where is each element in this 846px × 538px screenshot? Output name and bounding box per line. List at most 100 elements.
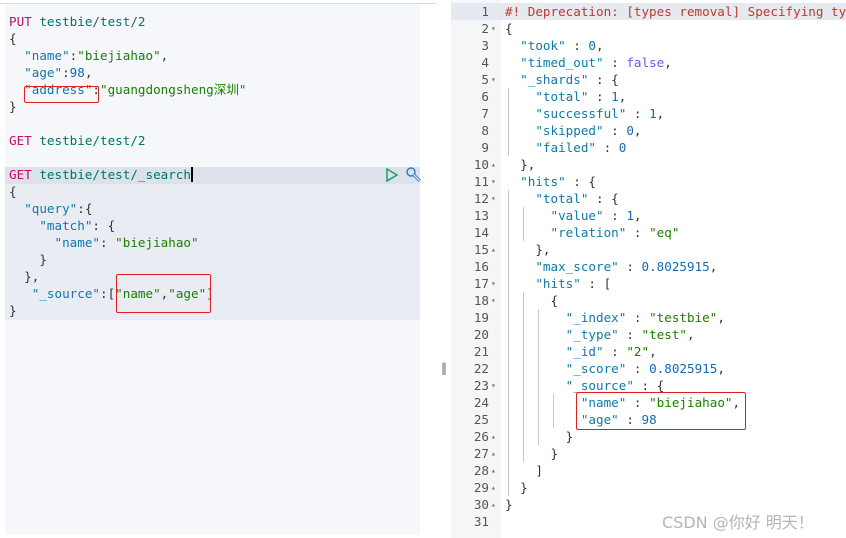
code-token: "biejiahao" [77,48,161,63]
code-token: : [626,106,650,121]
code-token: "total" [505,89,589,104]
code-token: testbie/test/_search [31,167,191,182]
code-token: : { [588,191,619,206]
text-cursor [190,167,193,182]
fold-toggle-icon[interactable]: ▴ [491,156,496,173]
fold-toggle-icon[interactable]: ▴ [491,445,496,462]
code-token: } [505,497,513,512]
watermark: CSDN @你好 明天！ [662,513,814,532]
fold-markers: ▾ ▾ ▴ ▾ ▾ ▴ ▾ ▾ ▾ ▴ ▴ ▴ ▴ ▴ [491,3,496,530]
code-line: }, [505,156,846,173]
line-number: 17 [473,276,489,291]
line-number: 8 [481,123,489,138]
line-number: 1 [481,4,489,19]
line-number: 12 [473,191,489,206]
fold-toggle-icon[interactable]: ▴ [491,428,496,445]
code-token: "took" [505,38,566,53]
fold-toggle-icon[interactable]: ▴ [491,462,496,479]
code-line: #! Deprecation: [types removal] Specifyi… [505,3,846,20]
code-token: "test" [641,327,687,342]
code-token: "name" [9,48,70,63]
code-token: : [618,327,642,342]
code-line: "name":"biejiahao", [9,47,247,64]
code-line: { [505,292,846,309]
code-token: "relation" [505,225,627,240]
code-token: { [505,293,559,308]
code-token: "_source" [505,378,634,393]
code-token: , [717,361,725,376]
code-token: "_index" [505,310,627,325]
code-line: "total" : 1, [505,88,846,105]
line-number: 28 [473,463,489,478]
code-line: { [9,30,247,47]
panel-resize-handle[interactable]: ‖ [441,361,447,375]
code-token: : [626,361,650,376]
code-line: "_index" : "testbie", [505,309,846,326]
code-token: "_score" [505,361,627,376]
code-token: #! Deprecation: [types removal] Specifyi… [505,4,846,19]
highlight-box-source [116,274,211,313]
code-token: "_id" [505,344,604,359]
code-token: , [709,259,718,274]
code-token: "_shards" [505,72,589,87]
code-token: "testbie" [649,310,718,325]
fold-toggle-icon[interactable]: ▴ [491,241,496,258]
code-token: "match" [9,218,93,233]
code-token: "_source" [9,286,100,301]
code-line: "successful" : 1, [505,105,846,122]
code-token: :[ [100,286,116,301]
line-number: 3 [481,38,489,53]
code-token: , [633,208,642,223]
code-token: : { [588,72,619,87]
code-token: : [603,123,627,138]
code-token: { [505,21,513,36]
code-token: "successful" [505,106,627,121]
code-token: : [ [580,276,612,291]
code-token: , [656,106,665,121]
code-token: } [505,446,559,461]
code-token: { [9,184,17,199]
code-line: "_type" : "test", [505,326,846,343]
code-line: GET testbie/test/2 [9,132,247,149]
code-line: "query":{ [9,200,247,217]
code-line: "_shards" : { [505,71,846,88]
code-token: GET [9,133,32,148]
line-number: 24 [473,395,489,410]
code-token: : [626,225,650,240]
fold-toggle-icon[interactable]: ▾ [491,292,496,309]
code-token: : [62,65,70,80]
code-line: "match": { [9,217,247,234]
wrench-icon[interactable] [405,166,422,184]
line-number: 6 [481,89,489,104]
code-line: { [505,20,846,37]
highlight-box-source-result [576,392,746,430]
code-token: : [596,140,619,155]
line-number: 4 [481,55,489,70]
code-token: , [84,65,93,80]
code-token: : { [633,378,665,393]
code-line: "skipped" : 0, [505,122,846,139]
code-line: "_score" : 0.8025915, [505,360,846,377]
code-token: "guangdongsheng深圳" [100,82,247,97]
code-token: , [596,38,604,53]
fold-toggle-icon[interactable]: ▾ [491,377,496,394]
play-icon[interactable] [384,166,400,184]
code-line: PUT testbie/test/2 [9,13,247,30]
fold-toggle-icon[interactable]: ▾ [491,173,496,190]
code-token: , [618,89,627,104]
fold-toggle-icon[interactable]: ▾ [491,71,496,88]
fold-toggle-icon[interactable]: ▾ [491,190,496,207]
fold-toggle-icon[interactable]: ▾ [491,275,496,292]
code-token: ] [505,463,543,478]
code-line: "value" : 1, [505,207,846,224]
fold-toggle-icon[interactable]: ▴ [491,479,496,496]
code-token: { [9,31,17,46]
fold-toggle-icon[interactable]: ▾ [491,20,496,37]
fold-toggle-icon[interactable]: ▴ [491,496,496,513]
code-token: : [603,208,627,223]
code-line: { [9,183,247,200]
